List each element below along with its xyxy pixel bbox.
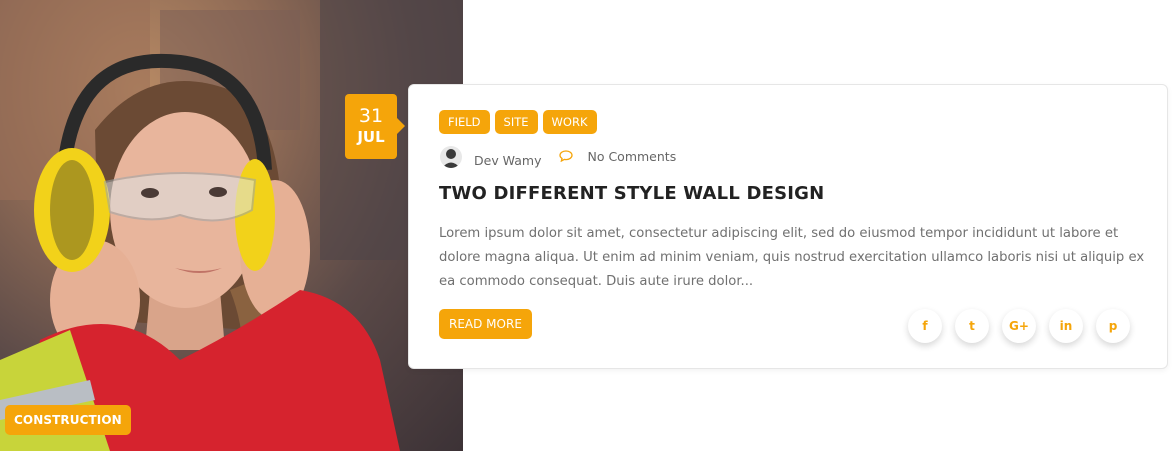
post-meta: Dev Wamy No Comments bbox=[440, 146, 676, 168]
tag-work[interactable]: WORK bbox=[542, 110, 597, 134]
post-card: FIELD SITE WORK Dev Wamy No Comments TWO… bbox=[408, 84, 1168, 369]
google-plus-icon[interactable]: G+ bbox=[1002, 309, 1036, 343]
pinterest-icon[interactable]: p bbox=[1096, 309, 1130, 343]
post-title[interactable]: TWO DIFFERENT STYLE WALL DESIGN bbox=[439, 183, 824, 204]
date-day: 31 bbox=[358, 105, 384, 127]
worker-illustration bbox=[0, 0, 463, 451]
facebook-icon[interactable]: f bbox=[908, 309, 942, 343]
post-image[interactable]: CONSTRUCTION bbox=[0, 0, 463, 451]
date-month: JUL bbox=[357, 128, 385, 146]
category-badge[interactable]: CONSTRUCTION bbox=[5, 405, 131, 435]
comment-icon bbox=[559, 150, 574, 162]
tag-list: FIELD SITE WORK bbox=[439, 110, 597, 134]
social-share-list: f t G+ in p bbox=[908, 309, 1130, 343]
author-name[interactable]: Dev Wamy bbox=[474, 153, 541, 168]
comments-count[interactable]: No Comments bbox=[587, 149, 676, 164]
twitter-icon[interactable]: t bbox=[955, 309, 989, 343]
linkedin-icon[interactable]: in bbox=[1049, 309, 1083, 343]
read-more-button[interactable]: READ MORE bbox=[439, 309, 532, 339]
author-avatar[interactable] bbox=[440, 146, 462, 168]
date-badge: 31 JUL bbox=[345, 94, 405, 159]
tag-site[interactable]: SITE bbox=[494, 110, 538, 134]
tag-field[interactable]: FIELD bbox=[439, 110, 490, 134]
post-excerpt: Lorem ipsum dolor sit amet, consectetur … bbox=[439, 226, 1145, 289]
